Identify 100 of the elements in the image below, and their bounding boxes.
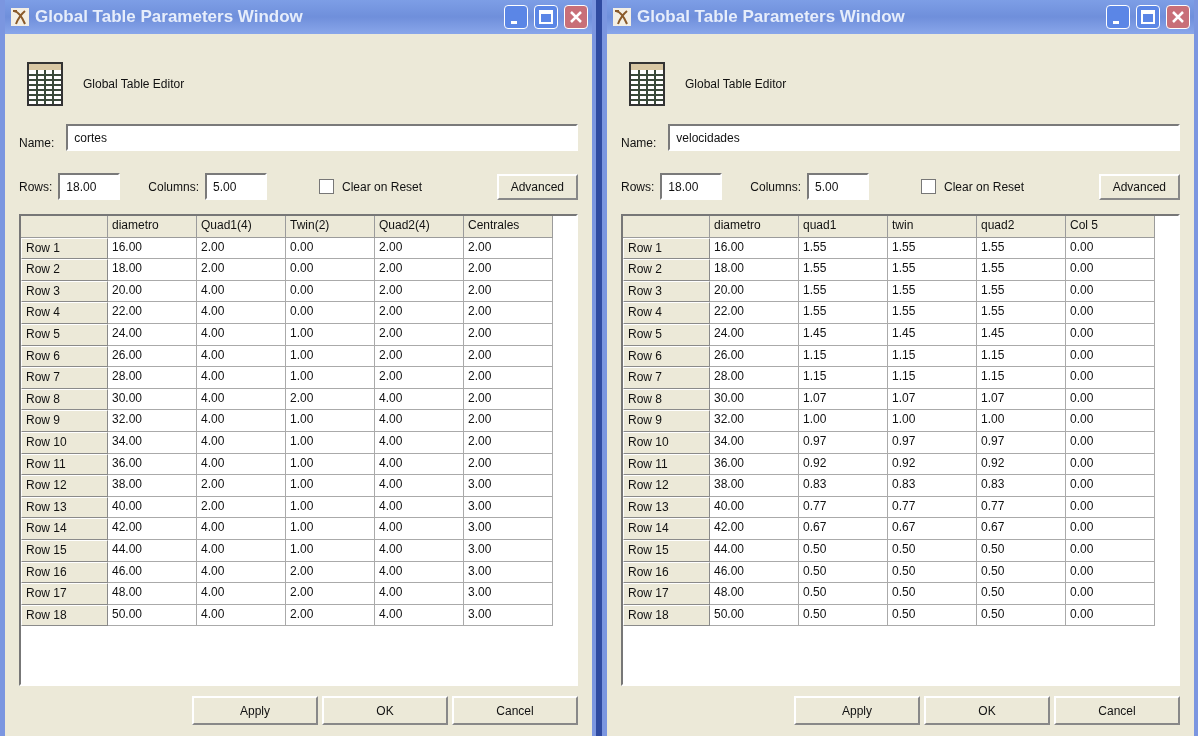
table-cell[interactable]: 0.00 bbox=[1066, 431, 1155, 454]
table-cell[interactable]: 1.00 bbox=[286, 518, 375, 540]
table-cell[interactable]: 1.55 bbox=[799, 302, 888, 324]
row-header[interactable]: Row 17 bbox=[623, 583, 710, 605]
column-header[interactable]: twin bbox=[888, 216, 977, 238]
table-cell[interactable]: 2.00 bbox=[375, 367, 464, 389]
table-cell[interactable]: 0.67 bbox=[799, 518, 888, 540]
table-cell[interactable]: 1.15 bbox=[888, 367, 977, 389]
table-cell[interactable]: 0.00 bbox=[1066, 367, 1155, 389]
table-cell[interactable]: 1.00 bbox=[286, 475, 375, 497]
table-cell[interactable]: 4.00 bbox=[375, 583, 464, 605]
table-cell[interactable]: 48.00 bbox=[108, 583, 197, 605]
table-cell[interactable]: 4.00 bbox=[197, 604, 286, 627]
maximize-button[interactable] bbox=[534, 5, 558, 29]
table-cell[interactable]: 1.07 bbox=[799, 388, 888, 411]
table-cell[interactable]: 1.00 bbox=[286, 539, 375, 562]
table-cell[interactable]: 30.00 bbox=[710, 388, 799, 411]
table-cell[interactable]: 36.00 bbox=[710, 453, 799, 476]
row-header[interactable]: Row 14 bbox=[21, 518, 108, 540]
row-header[interactable]: Row 6 bbox=[623, 345, 710, 368]
dialog-button[interactable]: Apply bbox=[192, 696, 318, 725]
table-cell[interactable]: 2.00 bbox=[464, 323, 553, 346]
row-header[interactable]: Row 9 bbox=[623, 410, 710, 432]
table-cell[interactable]: 1.15 bbox=[977, 367, 1066, 389]
table-cell[interactable]: 1.55 bbox=[888, 259, 977, 281]
table-cell[interactable]: 16.00 bbox=[108, 237, 197, 260]
row-header[interactable]: Row 8 bbox=[623, 388, 710, 411]
table-cell[interactable]: 2.00 bbox=[464, 237, 553, 260]
table-cell[interactable]: 2.00 bbox=[375, 345, 464, 368]
table-cell[interactable]: 3.00 bbox=[464, 496, 553, 519]
table-cell[interactable]: 0.50 bbox=[799, 561, 888, 584]
table-cell[interactable]: 46.00 bbox=[108, 561, 197, 584]
close-button[interactable] bbox=[564, 5, 588, 29]
table-cell[interactable]: 20.00 bbox=[108, 280, 197, 303]
table-cell[interactable]: 2.00 bbox=[375, 302, 464, 324]
table-cell[interactable]: 1.07 bbox=[977, 388, 1066, 411]
row-header[interactable]: Row 13 bbox=[623, 496, 710, 519]
table-cell[interactable]: 0.92 bbox=[799, 453, 888, 476]
table-cell[interactable]: 0.50 bbox=[977, 583, 1066, 605]
table-cell[interactable]: 0.50 bbox=[977, 561, 1066, 584]
table-cell[interactable]: 0.97 bbox=[888, 431, 977, 454]
dialog-button[interactable]: OK bbox=[924, 696, 1050, 725]
table-cell[interactable]: 0.00 bbox=[1066, 280, 1155, 303]
table-cell[interactable]: 4.00 bbox=[375, 410, 464, 432]
table-cell[interactable]: 36.00 bbox=[108, 453, 197, 476]
table-cell[interactable]: 2.00 bbox=[197, 237, 286, 260]
table-cell[interactable]: 1.15 bbox=[888, 345, 977, 368]
table-cell[interactable]: 1.55 bbox=[977, 259, 1066, 281]
advanced-button[interactable]: Advanced bbox=[496, 173, 578, 200]
table-cell[interactable]: 2.00 bbox=[464, 431, 553, 454]
table-cell[interactable]: 0.77 bbox=[977, 496, 1066, 519]
table-cell[interactable]: 2.00 bbox=[464, 453, 553, 476]
column-header[interactable]: Quad1(4) bbox=[197, 216, 286, 238]
table-cell[interactable]: 2.00 bbox=[375, 237, 464, 260]
row-header[interactable]: Row 10 bbox=[623, 431, 710, 454]
table-cell[interactable]: 50.00 bbox=[710, 604, 799, 627]
table-cell[interactable]: 0.83 bbox=[888, 475, 977, 497]
table-cell[interactable]: 0.00 bbox=[1066, 604, 1155, 627]
table-cell[interactable]: 0.97 bbox=[977, 431, 1066, 454]
table-cell[interactable]: 40.00 bbox=[710, 496, 799, 519]
table-cell[interactable]: 4.00 bbox=[197, 323, 286, 346]
row-header[interactable]: Row 16 bbox=[623, 561, 710, 584]
table-cell[interactable]: 0.00 bbox=[1066, 302, 1155, 324]
table-cell[interactable]: 0.00 bbox=[286, 302, 375, 324]
table-cell[interactable]: 4.00 bbox=[197, 410, 286, 432]
table-cell[interactable]: 1.00 bbox=[888, 410, 977, 432]
table-cell[interactable]: 0.50 bbox=[799, 539, 888, 562]
row-header[interactable]: Row 6 bbox=[21, 345, 108, 368]
table-cell[interactable]: 1.55 bbox=[888, 280, 977, 303]
table-cell[interactable]: 0.00 bbox=[286, 280, 375, 303]
table-cell[interactable]: 1.00 bbox=[286, 431, 375, 454]
table-cell[interactable]: 4.00 bbox=[197, 280, 286, 303]
table-cell[interactable]: 0.67 bbox=[888, 518, 977, 540]
table-cell[interactable]: 26.00 bbox=[710, 345, 799, 368]
table-cell[interactable]: 0.77 bbox=[799, 496, 888, 519]
row-header[interactable]: Row 7 bbox=[21, 367, 108, 389]
table-cell[interactable]: 1.55 bbox=[888, 302, 977, 324]
table-cell[interactable]: 2.00 bbox=[464, 367, 553, 389]
table-cell[interactable]: 0.00 bbox=[1066, 583, 1155, 605]
dialog-button[interactable]: OK bbox=[322, 696, 448, 725]
column-header[interactable]: Twin(2) bbox=[286, 216, 375, 238]
table-cell[interactable]: 4.00 bbox=[197, 539, 286, 562]
name-field[interactable]: cortes bbox=[66, 124, 578, 151]
table-cell[interactable]: 4.00 bbox=[197, 561, 286, 584]
table-cell[interactable]: 0.00 bbox=[1066, 410, 1155, 432]
table-cell[interactable]: 0.50 bbox=[888, 583, 977, 605]
columns-field[interactable]: 5.00 bbox=[205, 173, 268, 200]
table-cell[interactable]: 42.00 bbox=[710, 518, 799, 540]
table-cell[interactable]: 2.00 bbox=[286, 561, 375, 584]
table-cell[interactable]: 0.97 bbox=[799, 431, 888, 454]
table-cell[interactable]: 32.00 bbox=[710, 410, 799, 432]
table-cell[interactable]: 4.00 bbox=[375, 388, 464, 411]
row-header[interactable]: Row 12 bbox=[623, 475, 710, 497]
table-cell[interactable]: 0.50 bbox=[888, 604, 977, 627]
row-header[interactable]: Row 9 bbox=[21, 410, 108, 432]
table-cell[interactable]: 2.00 bbox=[286, 388, 375, 411]
table-cell[interactable]: 0.00 bbox=[1066, 323, 1155, 346]
row-header[interactable]: Row 15 bbox=[21, 539, 108, 562]
advanced-button[interactable]: Advanced bbox=[1098, 173, 1180, 200]
row-header[interactable]: Row 4 bbox=[623, 302, 710, 324]
